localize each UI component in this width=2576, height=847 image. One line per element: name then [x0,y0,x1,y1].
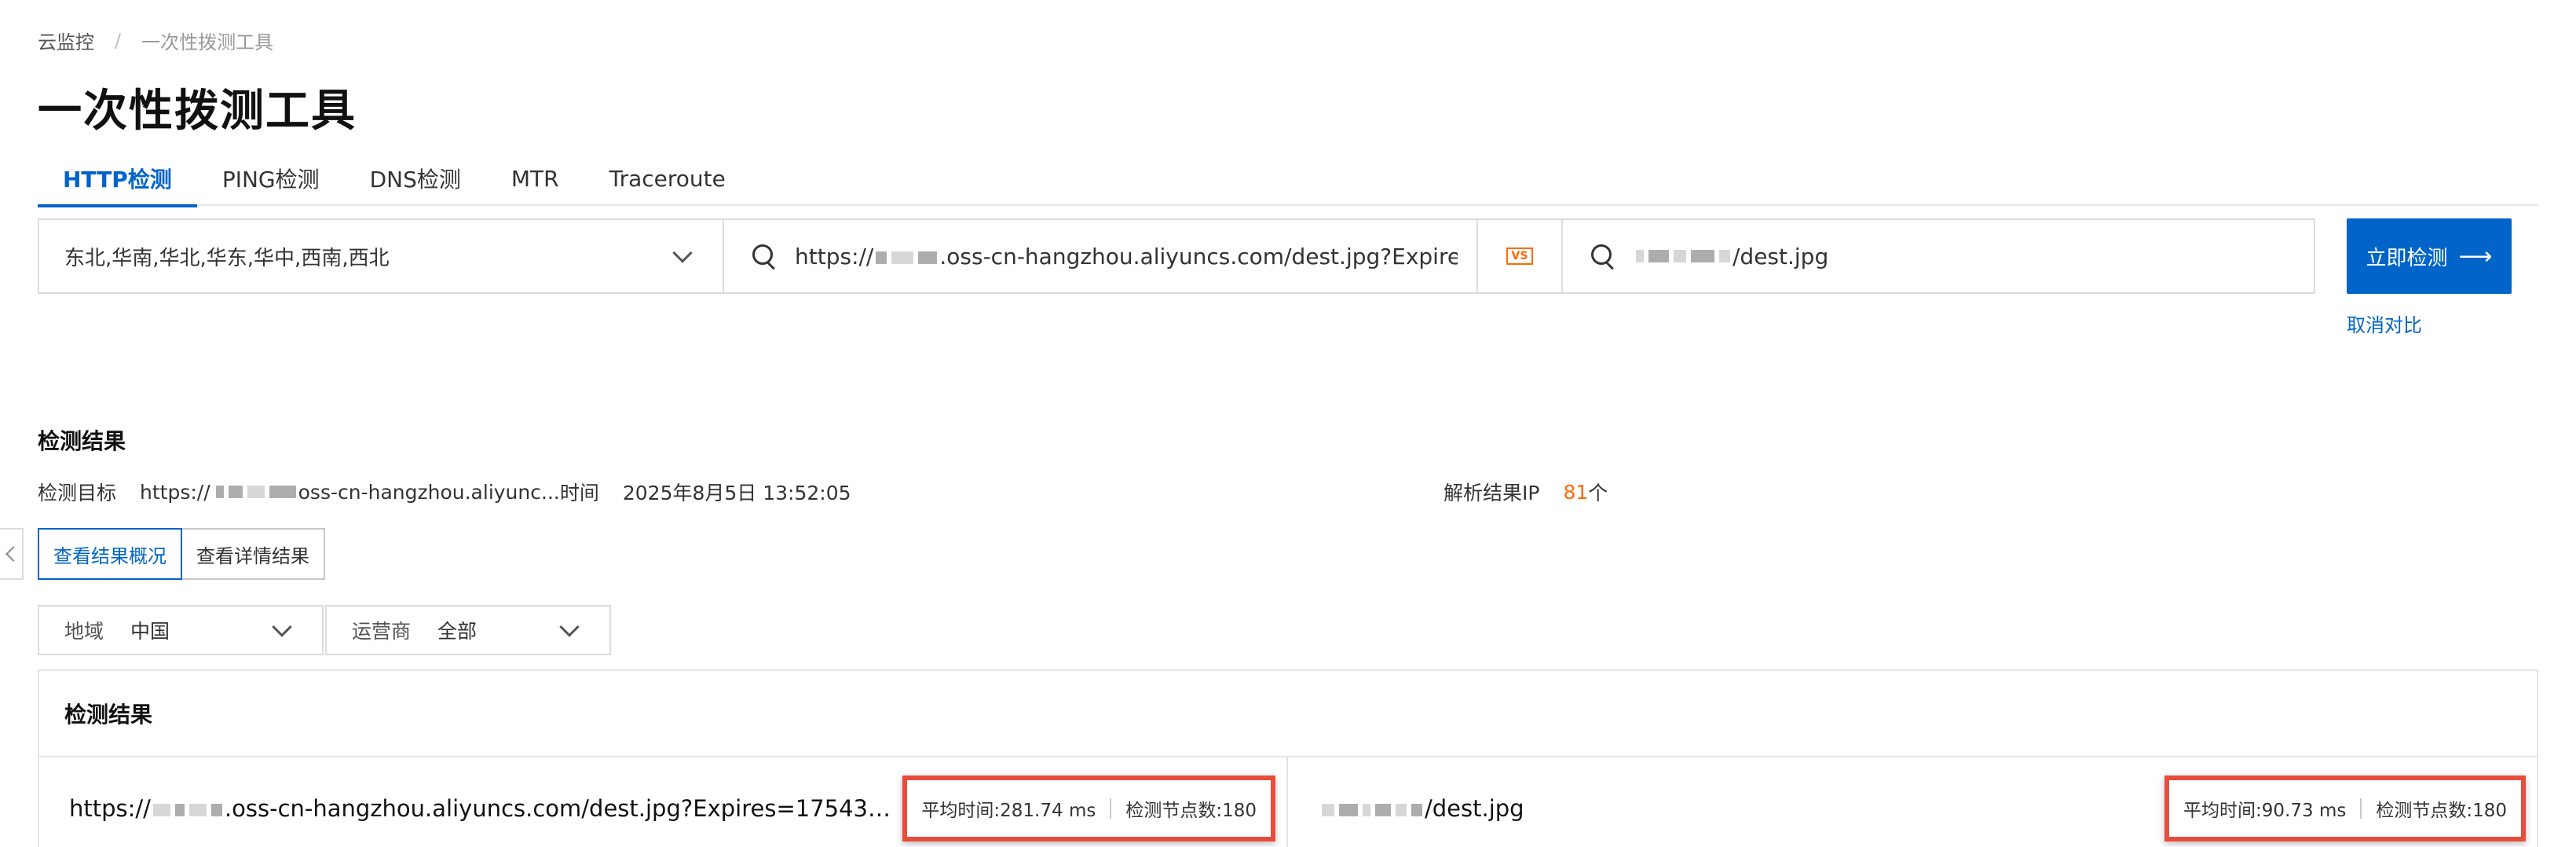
redacted-block [1648,250,1669,262]
avg-time-a: 平均时间:281.74 ms [921,801,1096,821]
redacted-block [1691,250,1714,262]
chevron-down-icon [559,617,580,637]
breadcrumb-current: 一次性拨测工具 [141,31,274,53]
redacted-block [1339,804,1358,816]
detect-now-label: 立即检测 [2366,246,2448,270]
redacted-block [1636,250,1644,262]
result-card-b: /dest.jpg 平均时间:90.73 ms 检测节点数:180 [1286,757,2537,847]
redacted-block [891,251,914,264]
redacted-block [1719,250,1730,262]
redacted-block [269,486,296,498]
carrier-filter[interactable]: 运营商 全部 [325,605,611,655]
url-input-b[interactable]: /dest.jpg [1563,220,2314,292]
ip-meta: 解析结果IP 81 个 [1444,478,1608,506]
breadcrumb-separator: / [115,29,122,52]
tab-ping[interactable]: PING检测 [197,151,345,206]
breadcrumb: 云监控 / 一次性拨测工具 [38,27,273,54]
vs-badge: VS [1506,248,1534,265]
redacted-block [918,251,938,264]
carrier-filter-label: 运营商 [352,620,412,643]
url-input-a[interactable]: https:// .oss-cn-hangzhou.aliyuncs.com/de… [724,220,1476,292]
result-url-b-suffix: /dest.jpg [1425,795,1524,822]
redacted-block [876,251,887,264]
tab-dns[interactable]: DNS检测 [345,151,486,206]
search-icon [1591,244,1615,268]
url-a-suffix: .oss-cn-hangzhou.aliyuncs.com/dest.jpg?E… [939,243,1458,270]
redacted-block [174,804,185,816]
region-select[interactable]: 东北,华南,华北,华东,华中,西南,西北 [39,220,724,292]
tab-http[interactable]: HTTP检测 [38,151,197,207]
avg-time-b: 平均时间:90.73 ms [2183,801,2347,821]
filters: 地域 中国 运营商 全部 [38,605,613,655]
view-toggle: 查看结果概况 查看详情结果 [38,528,325,580]
arrow-right-icon: ⟶ [2458,242,2493,270]
node-count-b: 检测节点数:180 [2376,801,2507,821]
result-card-a: https:// .oss-cn-hangzhou.aliyuncs.com/de… [39,757,1286,847]
ip-count[interactable]: 81 [1563,481,1588,504]
region-filter-label: 地域 [64,620,104,643]
result-stats-a: 平均时间:281.74 ms 检测节点数:180 [902,776,1275,842]
tab-mtr[interactable]: MTR [486,151,584,206]
page-title: 一次性拨测工具 [38,86,357,137]
tab-bar: HTTP检测 PING检测 DNS检测 MTR Traceroute [38,151,2538,207]
compare-vs: VS [1476,220,1563,292]
tab-traceroute[interactable]: Traceroute [584,151,751,206]
chevron-down-icon [672,243,693,263]
divider [2360,798,2362,819]
redacted-block [247,486,265,498]
target-meta: 检测目标 https:// oss-cn-hangzhou.aliyunc...… [38,478,851,506]
page: 云监控 / 一次性拨测工具 一次性拨测工具 HTTP检测 PING检测 DNS检… [0,0,2576,847]
search-icon [752,244,776,268]
target-url-suffix: oss-cn-hangzhou.aliyunc... [298,480,560,504]
region-filter-value: 中国 [130,620,170,643]
chevron-down-icon [272,617,292,637]
region-filter[interactable]: 地域 中国 [38,605,324,655]
divider [1110,798,1112,819]
redacted-block [215,486,224,498]
redacted-block [152,804,170,816]
time-value: 2025年8月5日 13:52:05 [622,482,851,504]
detect-now-button[interactable]: 立即检测 ⟶ [2347,218,2512,294]
url-input-a-value: https:// .oss-cn-hangzhou.aliyuncs.com/de… [795,244,1458,270]
redacted-block [1363,804,1370,816]
redacted-block [228,486,243,498]
cancel-compare-link[interactable]: 取消对比 [2347,310,2422,337]
region-select-value: 东北,华南,华北,华东,华中,西南,西北 [64,246,390,270]
redacted-block [1375,804,1391,816]
url-a-prefix: https:// [795,243,874,270]
chevron-left-icon [5,546,21,562]
target-url-prefix: https:// [140,480,210,504]
carrier-filter-value: 全部 [437,620,478,643]
view-details-button[interactable]: 查看详情结果 [182,528,325,580]
redacted-block [210,804,222,816]
redacted-block [188,804,207,816]
url-b-suffix: /dest.jpg [1733,243,1829,270]
result-stats-b: 平均时间:90.73 ms 检测节点数:180 [2164,776,2526,842]
results-row: https:// .oss-cn-hangzhou.aliyuncs.com/de… [39,757,2537,847]
query-bar: 东北,华南,华北,华东,华中,西南,西北 https:// .oss-cn-han… [38,218,2315,294]
collapse-sidebar-handle[interactable] [0,528,24,580]
view-summary-button[interactable]: 查看结果概况 [38,528,182,580]
redacted-block [1411,804,1422,816]
redacted-block [1674,250,1686,262]
ip-unit: 个 [1588,482,1608,504]
results-section-title: 检测结果 [38,428,126,454]
time-label: 时间 [559,482,599,504]
results-panel: 检测结果 https:// .oss-cn-hangzhou.aliyuncs.c… [38,669,2538,847]
redacted-block [1322,804,1334,816]
target-label: 检测目标 [38,482,117,504]
results-panel-title: 检测结果 [39,671,2537,757]
breadcrumb-root-link[interactable]: 云监控 [38,27,94,54]
ip-label: 解析结果IP [1444,482,1540,504]
redacted-block [1396,804,1407,816]
result-url-a-prefix: https:// [69,795,151,822]
node-count-a: 检测节点数:180 [1125,801,1257,821]
result-url-b: /dest.jpg [1319,795,1524,822]
result-url-a-suffix: .oss-cn-hangzhou.aliyuncs.com/dest.jpg?E… [224,795,902,822]
result-url-a: https:// .oss-cn-hangzhou.aliyuncs.com/de… [69,795,902,822]
